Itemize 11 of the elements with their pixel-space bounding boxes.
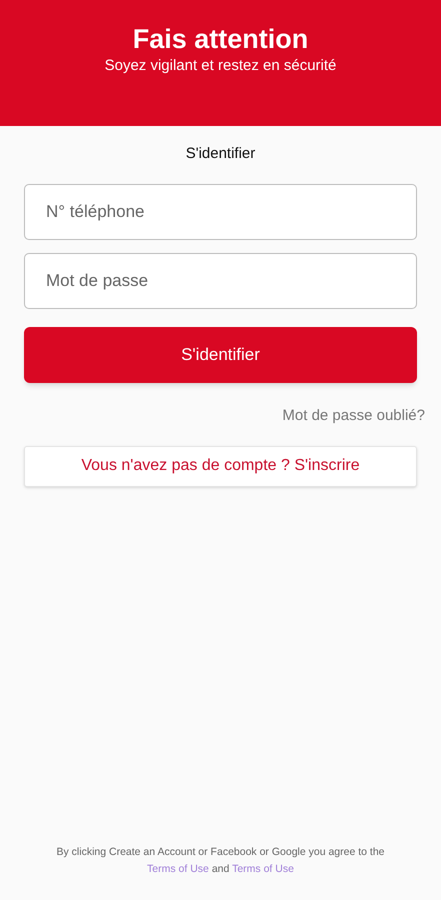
terms-link[interactable]: Terms of Use <box>232 863 294 875</box>
forgot-password-link[interactable]: Mot de passe oublié? <box>282 405 425 428</box>
input-field[interactable]: Mot de passe <box>24 253 417 309</box>
login-button[interactable]: S'identifier <box>24 327 417 383</box>
header-subtitle: Soyez vigilant et restez en sécurité <box>104 56 336 76</box>
signup-button[interactable]: Vous n'avez pas de compte ? S'inscrire <box>24 446 417 486</box>
header-title: Fais attention <box>132 23 308 56</box>
login-heading: S'identifier <box>186 144 256 164</box>
terms-link[interactable]: Terms of Use <box>147 863 209 875</box>
terms-notice: By clicking Create an Account or Facebook or Google you agree to the Terms of Use and Terms of Use <box>55 845 386 877</box>
input-field[interactable]: N° téléphone <box>24 184 417 240</box>
